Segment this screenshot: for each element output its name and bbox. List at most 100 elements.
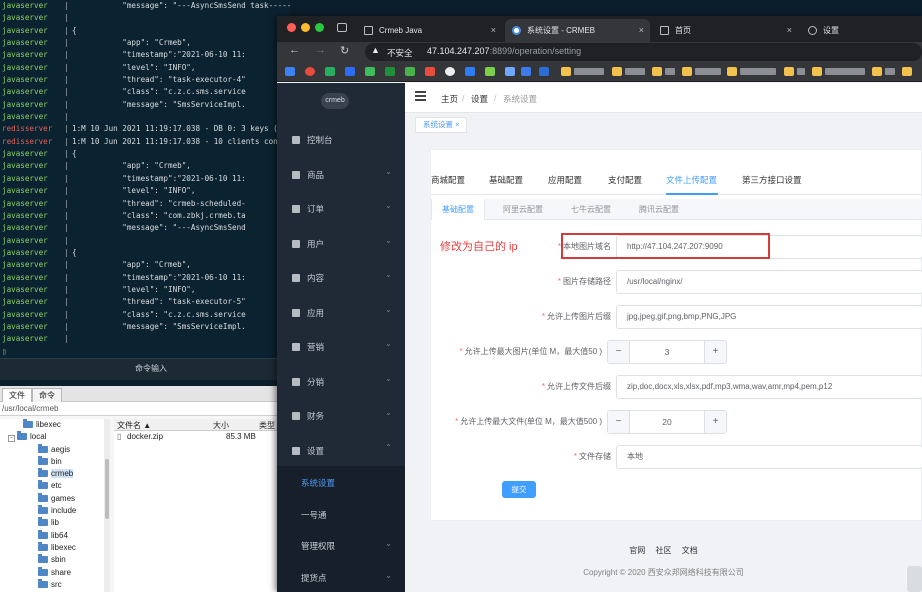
file-row[interactable]: ▯ docker.zip 85.3 MB: [114, 431, 280, 443]
subtab-tencent[interactable]: 腾讯云配置: [629, 199, 689, 220]
folder-icon[interactable]: [652, 67, 662, 76]
tab-basic-config[interactable]: 基础配置: [489, 174, 523, 186]
tree-item[interactable]: sbin: [0, 554, 109, 566]
sidebar-item[interactable]: 控制台: [277, 123, 405, 157]
forward-icon[interactable]: →: [315, 44, 326, 56]
bookmark-icon[interactable]: [485, 67, 495, 76]
col-size[interactable]: 大小: [213, 420, 229, 431]
sidebar-item[interactable]: 商品 ⌄: [277, 158, 405, 192]
folder-icon[interactable]: [812, 67, 822, 76]
folder-icon[interactable]: [902, 67, 912, 76]
tree-item[interactable]: crmeb: [0, 468, 109, 480]
folder-icon[interactable]: [872, 67, 882, 76]
bookmark-icon[interactable]: [505, 67, 515, 76]
minus-button[interactable]: −: [608, 411, 630, 433]
tree-item[interactable]: libexec: [0, 541, 109, 554]
collapse-icon[interactable]: -: [8, 435, 15, 443]
sidebar-item[interactable]: 营销 ⌄: [277, 330, 405, 364]
folder-icon[interactable]: [727, 67, 737, 76]
zoom-window-dot[interactable]: [315, 23, 324, 32]
browser-tab-crmeb-java[interactable]: Crmeb Java ×: [357, 19, 502, 42]
tree-item[interactable]: bin: [0, 455, 109, 468]
folder-icon[interactable]: [784, 67, 794, 76]
tree-item[interactable]: src: [0, 578, 109, 591]
sidebar-item[interactable]: 应用 ⌄: [277, 296, 405, 330]
tab-mall-config[interactable]: 商城配置: [431, 174, 465, 186]
submenu-item[interactable]: 系统设置: [277, 466, 405, 498]
subtab-basic[interactable]: 基础配置: [431, 199, 485, 220]
bookmark-icon[interactable]: [425, 67, 435, 76]
directory-tree[interactable]: libexec - local aegis bin crmeb etc games includ…: [0, 419, 110, 592]
sidebar-item[interactable]: 设置 ⌃: [277, 434, 405, 468]
browser-tab-home[interactable]: 首页 ×: [653, 19, 798, 42]
image-ext-input[interactable]: jpg,jpeg,gif,png,bmp,PNG,JPG: [616, 305, 922, 329]
footer-link-docs[interactable]: 文档: [682, 546, 698, 555]
minimize-window-dot[interactable]: [301, 23, 310, 32]
tree-item[interactable]: etc: [0, 480, 109, 492]
tree-item[interactable]: include: [0, 505, 109, 517]
folder-icon[interactable]: [682, 67, 692, 76]
browser-tab-preferences[interactable]: 设置: [801, 19, 922, 42]
sidebar-item[interactable]: 用户 ⌄: [277, 227, 405, 261]
terminal-output[interactable]: javaserver | "message": "---AsyncSmsSend …: [0, 0, 290, 358]
tree-item[interactable]: - local: [0, 431, 109, 443]
footer-link-official[interactable]: 官网: [629, 546, 645, 555]
path-input[interactable]: /usr/local/crmeb: [0, 402, 280, 416]
file-max-value[interactable]: 20: [630, 411, 704, 433]
sidebar-toggle-icon[interactable]: [337, 23, 347, 32]
tab-commands[interactable]: 命令: [32, 388, 62, 402]
tree-item[interactable]: share: [0, 566, 109, 579]
tab-upload-config[interactable]: 文件上传配置: [666, 174, 717, 186]
tab-pay-config[interactable]: 支付配置: [608, 174, 642, 186]
close-tab-icon[interactable]: ×: [491, 19, 496, 42]
plus-button[interactable]: +: [704, 411, 726, 433]
bookmark-icon[interactable]: [365, 67, 375, 76]
file-list[interactable]: 文件名 ▲ 大小 类型 ▯ docker.zip 85.3 MB: [114, 419, 280, 592]
page-tag[interactable]: 系统设置 ×: [415, 117, 468, 133]
tree-item[interactable]: games: [0, 492, 109, 505]
bookmark-icon[interactable]: [385, 67, 395, 76]
close-window-dot[interactable]: [287, 23, 296, 32]
col-name[interactable]: 文件名 ▲: [117, 420, 151, 431]
tab-third-party[interactable]: 第三方接口设置: [742, 174, 802, 186]
subtab-aliyun[interactable]: 阿里云配置: [493, 199, 553, 220]
scroll-thumb[interactable]: [105, 459, 109, 519]
file-ext-input[interactable]: zip,doc,docx,xls,xlsx,pdf,mp3,wma,wav,am…: [616, 375, 922, 399]
tab-app-config[interactable]: 应用配置: [548, 174, 582, 186]
submenu-item[interactable]: 一号通: [277, 497, 405, 530]
image-max-value[interactable]: 3: [630, 341, 704, 363]
url-input[interactable]: ▲ 不安全 47.104.247.207:8899/operation/sett…: [365, 43, 922, 61]
folder-icon[interactable]: [612, 67, 622, 76]
breadcrumb-home[interactable]: 主页: [441, 93, 458, 105]
bookmark-icon[interactable]: [521, 67, 531, 76]
bookmark-icon[interactable]: [345, 67, 355, 76]
footer-link-community[interactable]: 社区: [656, 546, 672, 555]
close-tab-icon[interactable]: ×: [787, 19, 792, 42]
github-icon[interactable]: [445, 67, 455, 76]
subtab-qiniu[interactable]: 七牛云配置: [561, 199, 621, 220]
bookmark-icon[interactable]: [539, 67, 549, 76]
tree-scrollbar[interactable]: [104, 419, 110, 592]
tree-item[interactable]: aegis: [0, 443, 109, 456]
command-input-bar[interactable]: 命令输入: [0, 358, 290, 380]
bookmark-icon[interactable]: [465, 67, 475, 76]
tree-item[interactable]: libexec: [0, 419, 109, 431]
minus-button[interactable]: −: [608, 341, 630, 363]
folder-icon[interactable]: [561, 67, 571, 76]
hamburger-icon[interactable]: [415, 91, 426, 102]
image-max-stepper[interactable]: − 3 +: [607, 340, 727, 364]
tree-item[interactable]: lib: [0, 517, 109, 529]
browser-tab-settings[interactable]: 系统设置 - CRMEB ×: [505, 19, 650, 42]
tree-item[interactable]: lib64: [0, 529, 109, 542]
sidebar-item[interactable]: 财务 ⌄: [277, 399, 405, 433]
sidebar-item[interactable]: 订单 ⌄: [277, 192, 405, 226]
bookmark-icon[interactable]: [325, 67, 335, 76]
bookmark-icon[interactable]: [405, 67, 415, 76]
bookmark-icon[interactable]: [305, 67, 315, 76]
image-path-input[interactable]: /usr/local/nginx/: [616, 270, 922, 294]
col-type[interactable]: 类型: [259, 420, 275, 431]
close-tab-icon[interactable]: ×: [639, 19, 644, 42]
submit-button[interactable]: 提交: [502, 481, 536, 498]
file-max-stepper[interactable]: − 20 +: [607, 410, 727, 434]
tab-files[interactable]: 文件: [2, 388, 32, 402]
